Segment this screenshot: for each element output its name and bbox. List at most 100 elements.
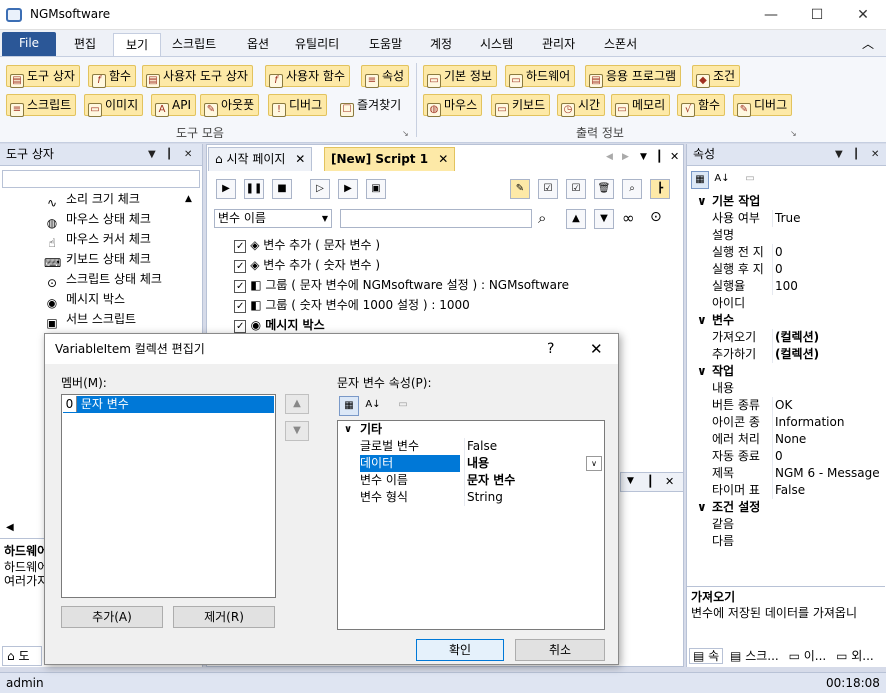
filter-text-input[interactable] bbox=[340, 209, 532, 228]
property-row[interactable]: 에러 처리 None bbox=[687, 431, 885, 448]
property-value[interactable]: OK bbox=[772, 397, 884, 414]
tree-view-icon[interactable]: ┣ bbox=[650, 179, 670, 199]
property-value[interactable]: None bbox=[772, 431, 884, 448]
ribbon-favorites-button[interactable]: ☐ 즐겨찾기 bbox=[336, 94, 406, 117]
dropdown-icon[interactable]: ▼ bbox=[627, 476, 634, 486]
property-category[interactable]: ∨ 작업 bbox=[687, 363, 885, 380]
property-value[interactable]: True bbox=[772, 210, 884, 227]
script-line[interactable]: ✓ ◧ 그룹 ( 문자 변수에 NGMsoftware 설정 ) : NGMso… bbox=[234, 276, 569, 296]
menu-account[interactable]: 계정 bbox=[418, 33, 464, 56]
checkbox[interactable]: ✓ bbox=[234, 280, 247, 293]
more-icon[interactable]: ⊙ bbox=[650, 209, 662, 225]
script-line[interactable]: ✓ ◧ 그룹 ( 숫자 변수에 1000 설정 ) : 1000 bbox=[234, 296, 470, 316]
property-row[interactable]: 추가하기 (컬렉션) bbox=[687, 346, 885, 363]
list-item[interactable]: ∿ 소리 크기 체크 bbox=[44, 189, 140, 210]
toolbox-search-input[interactable] bbox=[2, 170, 200, 188]
list-item[interactable]: ⌨ 키보드 상태 체크 bbox=[44, 249, 151, 270]
group-launcher-icon[interactable]: ↘ bbox=[790, 129, 797, 138]
ribbon-collapse-icon[interactable]: ︿ bbox=[862, 35, 874, 52]
search-icon[interactable]: ⌕ bbox=[538, 209, 546, 227]
members-list[interactable]: 0 문자 변수 bbox=[61, 394, 276, 598]
ribbon-output-button[interactable]: ✎ 아웃풋 bbox=[200, 94, 260, 117]
check-all-icon[interactable]: ☑ bbox=[538, 179, 558, 199]
cancel-button[interactable]: 취소 bbox=[515, 639, 605, 661]
ribbon-function-button[interactable]: f 함수 bbox=[88, 65, 137, 88]
ribbon-toolbox-button[interactable]: ▤ 도구 상자 bbox=[6, 65, 80, 88]
move-down-button[interactable]: ▼ bbox=[285, 421, 309, 441]
sort-alpha-icon[interactable]: A↓ bbox=[363, 396, 383, 416]
ribbon-keyboard-button[interactable]: ▭ 키보드 bbox=[491, 94, 551, 117]
property-category[interactable]: ∨ 기본 작업 bbox=[687, 193, 885, 210]
sort-alpha-icon[interactable]: A↓ bbox=[713, 171, 731, 189]
ribbon-basic-info-button[interactable]: ▭ 기본 정보 bbox=[423, 65, 497, 88]
list-item[interactable]: ⊙ 스크립트 상태 체크 bbox=[44, 269, 162, 290]
list-item[interactable]: ◉ 메시지 박스 bbox=[44, 289, 125, 310]
property-row[interactable]: 자동 종료 0 bbox=[687, 448, 885, 465]
pin-icon[interactable]: ┃ bbox=[166, 144, 172, 166]
collapse-icon[interactable]: ∨ bbox=[697, 363, 707, 380]
property-row[interactable]: 타이머 표 False bbox=[687, 482, 885, 499]
categorized-icon[interactable]: ▦ bbox=[691, 171, 709, 189]
record-icon[interactable]: ✎ bbox=[510, 179, 530, 199]
pin-icon[interactable]: ┃ bbox=[656, 150, 663, 163]
menu-admin[interactable]: 관리자 bbox=[530, 33, 587, 56]
property-value[interactable]: 0 bbox=[772, 244, 884, 261]
close-icon[interactable]: ✕ bbox=[871, 144, 879, 166]
property-value[interactable]: (컬렉션) bbox=[772, 346, 884, 363]
script-line[interactable]: ✓ ◈ 변수 추가 ( 문자 변수 ) bbox=[234, 236, 380, 256]
menu-edit[interactable]: 편집 bbox=[62, 33, 108, 56]
property-row[interactable]: 내용 bbox=[687, 380, 885, 397]
property-row[interactable]: 실행율 100 bbox=[687, 278, 885, 295]
close-icon[interactable]: ✕ bbox=[438, 152, 448, 166]
property-row[interactable]: 아이콘 종 Information bbox=[687, 414, 885, 431]
property-value[interactable]: Information bbox=[772, 414, 884, 431]
ribbon-user-function-button[interactable]: f 사용자 함수 bbox=[265, 65, 351, 88]
ribbon-properties-button[interactable]: ≡ 속성 bbox=[361, 65, 410, 88]
property-category[interactable]: ∨ 기타 bbox=[338, 421, 604, 438]
close-icon[interactable]: ✕ bbox=[670, 150, 679, 163]
stop-icon[interactable]: ■ bbox=[272, 179, 292, 199]
move-up-button[interactable]: ▲ bbox=[285, 394, 309, 414]
property-value[interactable]: (컬렉션) bbox=[772, 329, 884, 346]
list-item[interactable]: ☝ 마우스 커서 체크 bbox=[44, 229, 151, 250]
close-icon[interactable]: ✕ bbox=[665, 475, 674, 488]
property-row[interactable]: 같음 bbox=[687, 516, 885, 533]
property-category[interactable]: ∨ 조건 설정 bbox=[687, 499, 885, 516]
pin-icon[interactable]: ┃ bbox=[853, 144, 859, 166]
ribbon-api-button[interactable]: A API bbox=[151, 94, 196, 117]
checkbox[interactable]: ✓ bbox=[234, 240, 247, 253]
run-from-icon[interactable]: ▣ bbox=[366, 179, 386, 199]
tab-toolbox[interactable]: ⌂ 도 bbox=[2, 646, 42, 666]
add-button[interactable]: 추가(A) bbox=[61, 606, 163, 628]
dialog-close-button[interactable]: ✕ bbox=[590, 334, 603, 364]
property-row[interactable]: 사용 여부 True bbox=[687, 210, 885, 227]
menu-script[interactable]: 스크립트 bbox=[160, 33, 228, 56]
collapse-icon[interactable]: ∨ bbox=[697, 499, 707, 516]
collapse-icon[interactable]: ∨ bbox=[344, 421, 352, 438]
tab-list-icon[interactable]: ▼ bbox=[640, 152, 647, 162]
tab-start-page[interactable]: ⌂ 시작 페이지 ✕ bbox=[208, 147, 313, 171]
remove-button[interactable]: 제거(R) bbox=[173, 606, 275, 628]
ribbon-debug-button[interactable]: ! 디버그 bbox=[268, 94, 328, 117]
tab-scroll-right-icon[interactable]: ▶ bbox=[622, 152, 629, 162]
property-value[interactable]: False bbox=[772, 482, 884, 499]
dropdown-icon[interactable]: ▼ bbox=[148, 144, 156, 166]
script-line[interactable]: ✓ ◈ 변수 추가 ( 숫자 변수 ) bbox=[234, 256, 380, 276]
tab-external[interactable]: ▭ 외... bbox=[833, 649, 877, 663]
property-row[interactable]: 설명 bbox=[687, 227, 885, 244]
ribbon-memory-button[interactable]: ▭ 메모리 bbox=[611, 94, 671, 117]
move-down-icon[interactable]: ▼ bbox=[594, 209, 614, 229]
property-row[interactable]: 실행 전 지 0 bbox=[687, 244, 885, 261]
pause-icon[interactable]: ❚❚ bbox=[244, 179, 264, 199]
property-row[interactable]: 실행 후 지 0 bbox=[687, 261, 885, 278]
ribbon-condition-button[interactable]: ◆ 조건 bbox=[692, 65, 741, 88]
play-icon[interactable]: ▶ bbox=[216, 179, 236, 199]
property-pages-icon[interactable]: ▭ bbox=[393, 396, 413, 416]
property-value[interactable]: 0 bbox=[772, 448, 884, 465]
scroll-left-icon[interactable]: ◀ bbox=[6, 522, 14, 533]
pin-icon[interactable]: ┃ bbox=[647, 475, 654, 488]
property-row[interactable]: 아이디 bbox=[687, 295, 885, 312]
run-selection-icon[interactable]: ▶ bbox=[338, 179, 358, 199]
close-icon[interactable]: ✕ bbox=[295, 152, 305, 166]
property-value[interactable]: 100 bbox=[772, 278, 884, 295]
